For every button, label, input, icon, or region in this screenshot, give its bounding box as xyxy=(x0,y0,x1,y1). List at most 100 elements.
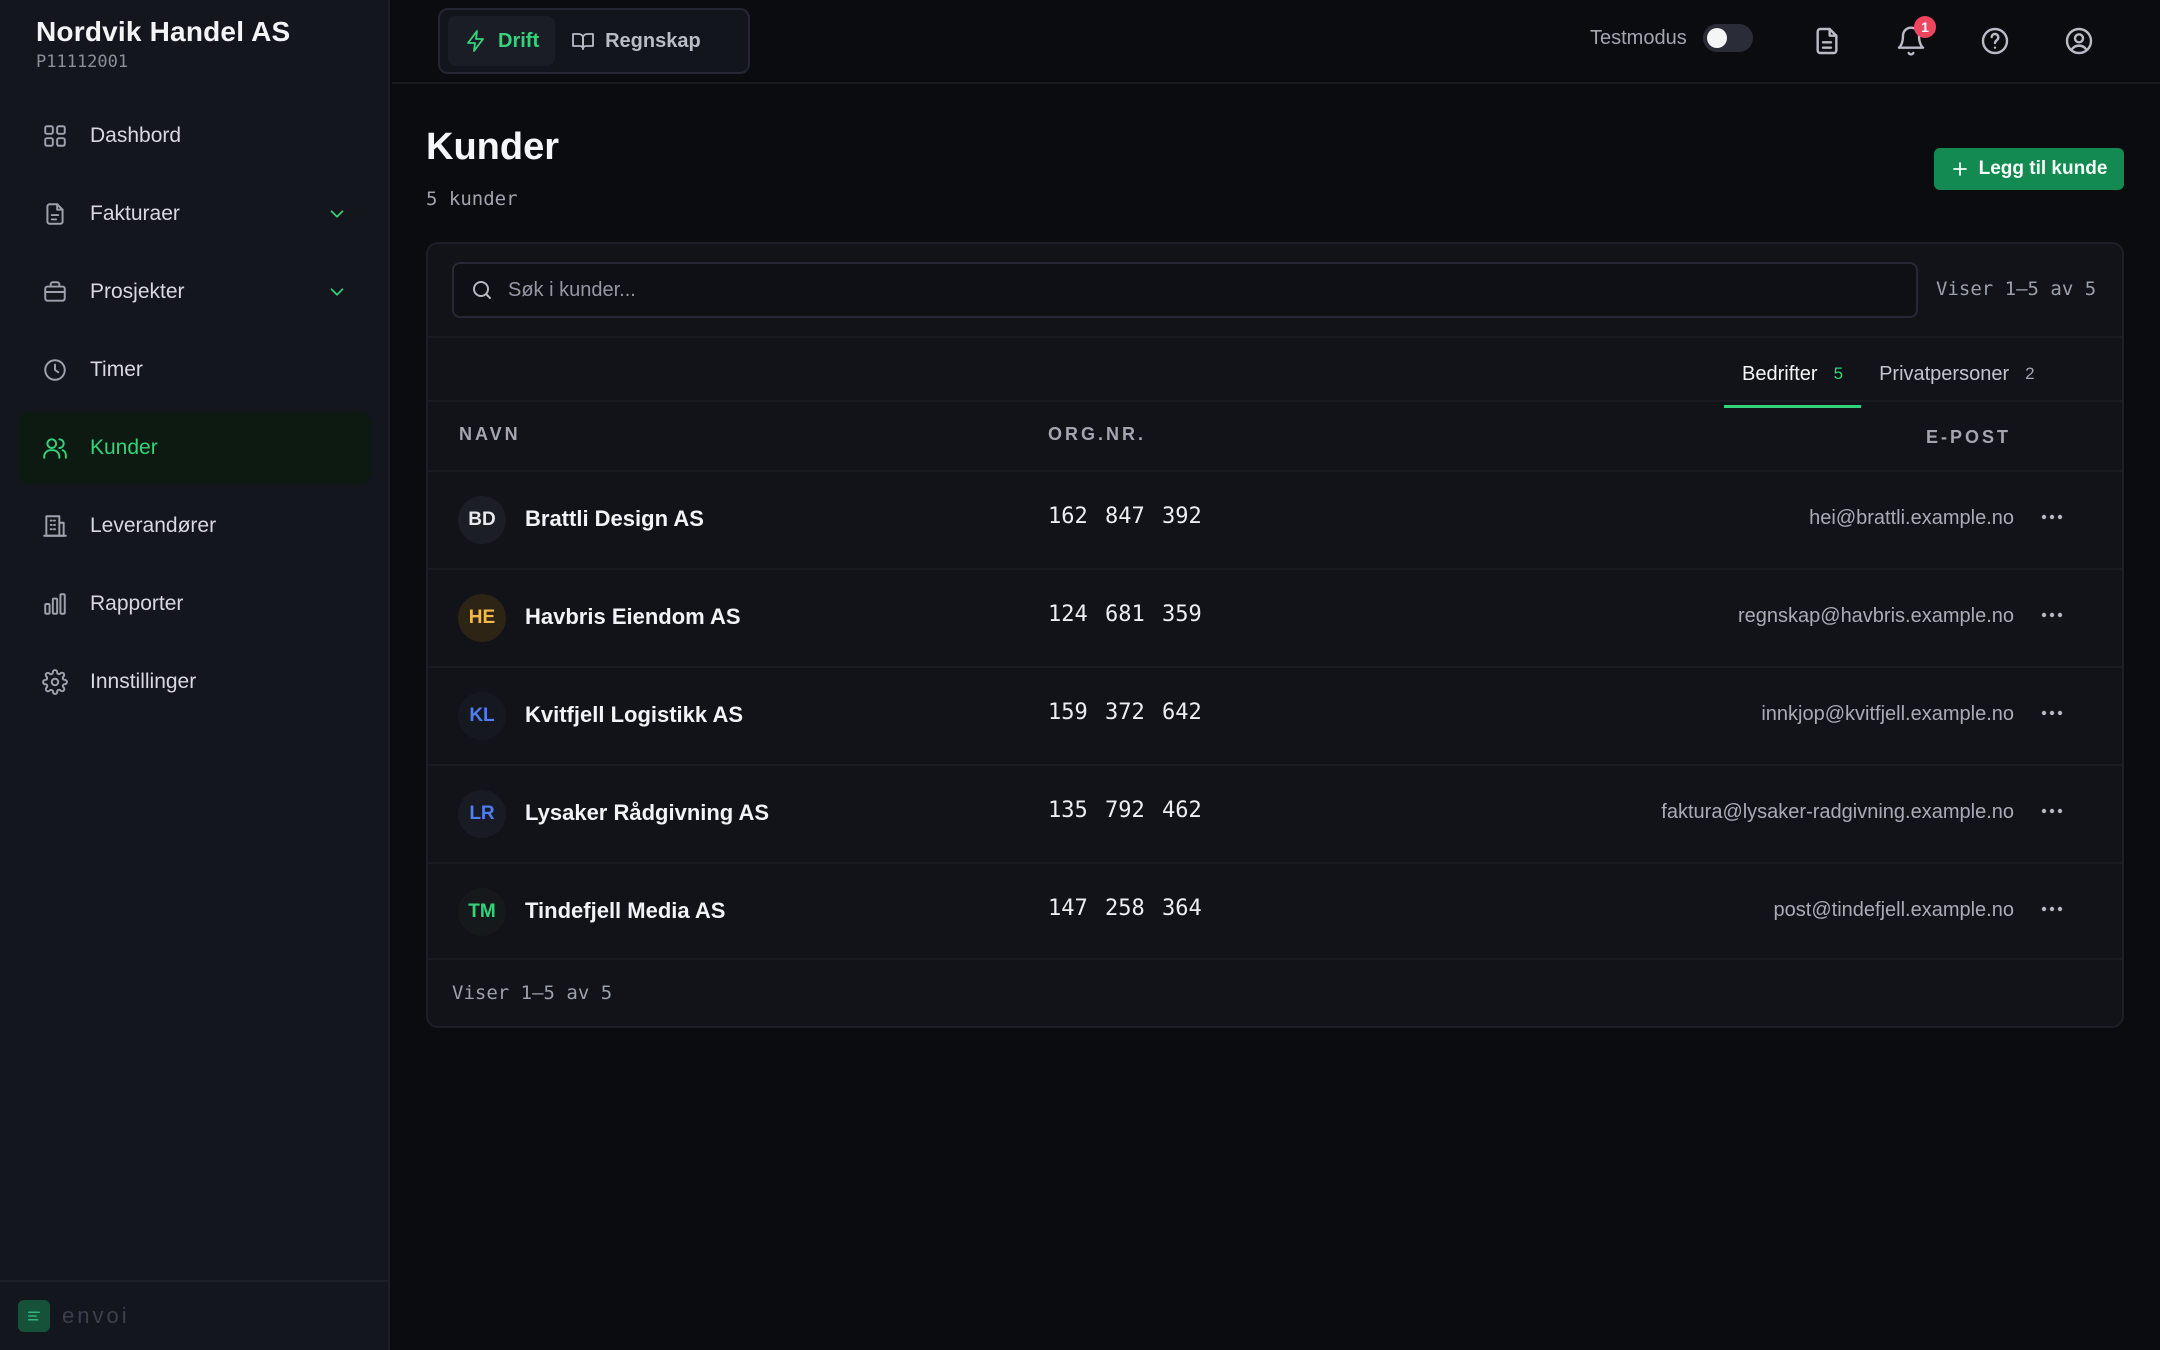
table-row[interactable]: BD Brattli Design AS 162 847 392 hei@bra… xyxy=(428,470,2122,568)
tab-privatpersoner[interactable]: Privatpersoner 2 xyxy=(1861,340,2053,408)
customer-email: innkjop@kvitfjell.example.no xyxy=(1761,703,2014,725)
more-horizontal-icon xyxy=(2041,612,2063,618)
customer-count: 5 kunder xyxy=(426,188,518,210)
tab-label: Bedrifter xyxy=(1742,362,1818,385)
row-actions-button[interactable] xyxy=(2034,502,2070,532)
sidebar-item-kunder[interactable]: Kunder xyxy=(18,412,370,484)
chevron-down-icon[interactable] xyxy=(326,281,348,303)
customer-email: faktura@lysaker-radgivning.example.no xyxy=(1661,801,2014,823)
customer-name[interactable]: Tindefjell Media AS xyxy=(525,898,725,924)
testmode-control: Testmodus xyxy=(1590,24,1753,52)
search-box xyxy=(452,262,1918,318)
sidebar-item-label: Leverandører xyxy=(90,514,217,537)
company-id: P11112001 xyxy=(36,52,129,72)
avatar: LR xyxy=(458,790,506,838)
bar-chart-icon xyxy=(44,593,66,615)
org-number: 147 258 364 xyxy=(1048,896,1202,921)
row-actions-button[interactable] xyxy=(2034,698,2070,728)
sidebar-item-label: Dashbord xyxy=(90,124,182,147)
book-icon xyxy=(572,33,595,50)
clock-icon xyxy=(44,359,66,381)
bolt-icon xyxy=(467,30,484,52)
customer-name[interactable]: Havbris Eiendom AS xyxy=(525,604,741,630)
customer-name[interactable]: Brattli Design AS xyxy=(525,506,704,532)
customer-table-card: Viser 1–5 av 5 Bedrifter 5 Privatpersone… xyxy=(426,242,2124,1028)
sidebar-item-label: Fakturaer xyxy=(90,202,180,225)
mode-regnskap-button[interactable]: Regnskap xyxy=(555,16,717,66)
row-actions-button[interactable] xyxy=(2034,796,2070,826)
profile-button[interactable] xyxy=(2060,22,2098,60)
table-row[interactable]: HE Havbris Eiendom AS 124 681 359 regnsk… xyxy=(428,568,2122,666)
tab-label: Privatpersoner xyxy=(1879,362,2010,385)
testmode-toggle[interactable] xyxy=(1702,24,1753,52)
sidebar-item-label: Timer xyxy=(90,358,143,381)
tab-count: 5 xyxy=(1833,364,1844,383)
toggle-knob xyxy=(1706,28,1727,48)
user-circle-icon xyxy=(2065,27,2093,55)
org-number: 162 847 392 xyxy=(1048,504,1202,529)
file-icon xyxy=(1816,27,1838,55)
column-header-orgnr[interactable]: ORG.NR. xyxy=(1048,424,1146,445)
sidebar-item-leverandorer[interactable]: Leverandører xyxy=(18,490,370,562)
testmode-label: Testmodus xyxy=(1590,26,1687,49)
avatar: HE xyxy=(458,594,506,642)
company-name: Nordvik Handel AS xyxy=(36,16,291,47)
row-actions-button[interactable] xyxy=(2034,894,2070,924)
more-horizontal-icon xyxy=(2041,906,2063,912)
building-icon xyxy=(43,515,67,537)
sidebar-item-innstillinger[interactable]: Innstillinger xyxy=(18,646,370,718)
customer-name[interactable]: Kvitfjell Logistikk AS xyxy=(525,702,743,728)
footer-brand: envoi xyxy=(62,1303,130,1328)
avatar: TM xyxy=(458,888,506,936)
tab-count: 2 xyxy=(2025,364,2035,383)
mode-label: Drift xyxy=(498,29,540,52)
users-icon xyxy=(43,438,67,459)
sidebar-item-fakturaer[interactable]: Fakturaer xyxy=(18,178,370,250)
table-row[interactable]: LR Lysaker Rådgivning AS 135 792 462 fak… xyxy=(428,764,2122,862)
gear-icon xyxy=(42,669,68,695)
briefcase-icon xyxy=(44,281,66,302)
column-header-email[interactable]: E-POST xyxy=(1926,427,2011,448)
sidebar-item-dashbord[interactable]: Dashbord xyxy=(18,100,370,172)
document-icon-button[interactable] xyxy=(1808,22,1846,60)
avatar: KL xyxy=(458,692,506,740)
search-input[interactable] xyxy=(508,278,1888,302)
sidebar-item-prosjekter[interactable]: Prosjekter xyxy=(18,256,370,328)
pagination-info-top: Viser 1–5 av 5 xyxy=(1936,278,2097,300)
plus-icon xyxy=(1952,162,1967,176)
org-number: 124 681 359 xyxy=(1048,602,1202,627)
table-row[interactable]: TM Tindefjell Media AS 147 258 364 post@… xyxy=(428,862,2122,960)
tab-bedrifter[interactable]: Bedrifter 5 xyxy=(1724,340,1862,408)
more-horizontal-icon xyxy=(2041,514,2063,520)
customer-email: regnskap@havbris.example.no xyxy=(1737,605,2014,627)
sidebar-item-timer[interactable]: Timer xyxy=(18,334,370,406)
document-icon xyxy=(46,203,64,225)
envoi-logo-icon xyxy=(18,1300,50,1332)
chevron-down-icon[interactable] xyxy=(326,203,348,225)
mode-drift-button[interactable]: Drift xyxy=(448,16,556,66)
more-horizontal-icon xyxy=(2041,808,2063,814)
avatar: BD xyxy=(458,496,506,544)
mode-switcher: Drift Regnskap xyxy=(438,8,750,74)
add-customer-button[interactable]: Legg til kunde xyxy=(1934,148,2124,190)
column-header-name[interactable]: NAVN xyxy=(459,424,521,445)
notification-badge: 1 xyxy=(1914,16,1936,38)
page-title: Kunder xyxy=(426,126,559,168)
sidebar-item-label: Kunder xyxy=(90,436,158,459)
sidebar-item-label: Innstillinger xyxy=(90,670,197,693)
help-button[interactable] xyxy=(1976,22,2014,60)
sidebar-item-label: Prosjekter xyxy=(90,280,185,303)
divider xyxy=(428,336,2122,338)
divider xyxy=(428,400,2122,402)
table-row[interactable]: KL Kvitfjell Logistikk AS 159 372 642 in… xyxy=(428,666,2122,764)
org-number: 159 372 642 xyxy=(1048,700,1202,725)
mode-label: Regnskap xyxy=(605,29,701,52)
notifications-button[interactable]: 1 xyxy=(1892,16,1936,60)
customer-name[interactable]: Lysaker Rådgivning AS xyxy=(525,800,769,826)
customer-type-tabs: Bedrifter 5 Privatpersoner 2 xyxy=(1724,340,2053,408)
sidebar: Nordvik Handel AS P11112001 Dashbord Fak… xyxy=(0,0,390,1350)
sidebar-nav: Dashbord Fakturaer Prosjekter Timer Kund… xyxy=(18,100,370,724)
sidebar-footer: envoi xyxy=(0,1280,390,1350)
row-actions-button[interactable] xyxy=(2034,600,2070,630)
sidebar-item-rapporter[interactable]: Rapporter xyxy=(18,568,370,640)
